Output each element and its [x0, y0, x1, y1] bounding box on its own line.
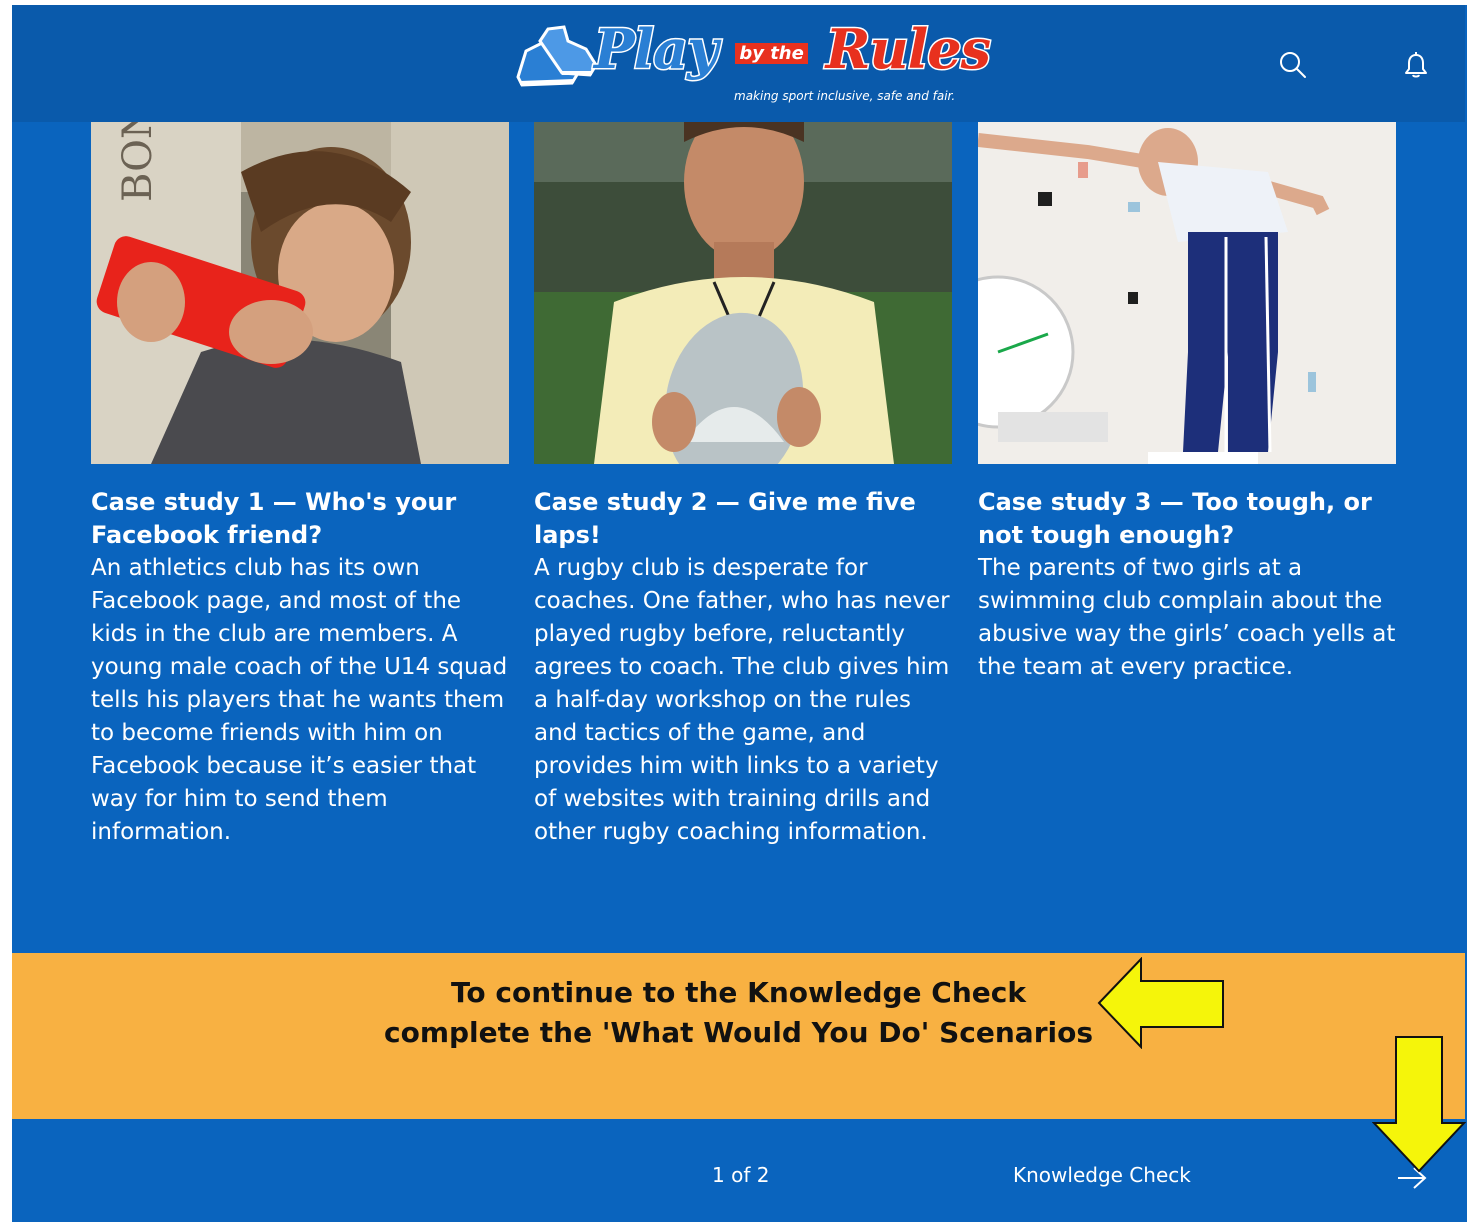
- left-arrow-annotation-icon: [1097, 957, 1224, 1049]
- banner-line-1: To continue to the Knowledge Check: [451, 976, 1026, 1009]
- svg-text:BON: BON: [115, 122, 161, 202]
- banner-line-2: complete the 'What Would You Do' Scenari…: [384, 1016, 1093, 1049]
- case-study-card-3[interactable]: Case study 3 — Too tough, or not tough e…: [978, 122, 1396, 684]
- bell-icon[interactable]: [1400, 49, 1432, 81]
- logo-bythe: by the: [735, 42, 808, 64]
- page: Play by the Rules making sport inclusive…: [12, 5, 1466, 1222]
- search-icon[interactable]: [1277, 49, 1309, 81]
- logo-tagline: making sport inclusive, safe and fair.: [734, 89, 956, 103]
- swim-coach-image: [978, 122, 1396, 464]
- case-study-card-2[interactable]: Case study 2 — Give me five laps! A rugb…: [534, 122, 952, 849]
- site-logo[interactable]: Play by the Rules making sport inclusive…: [512, 11, 993, 113]
- logo-wordmark: Play by the Rules: [593, 17, 993, 84]
- case-study-2-title[interactable]: Case study 2 — Give me five laps!: [534, 486, 952, 552]
- case-study-1-body: An athletics club has its own Facebook p…: [91, 555, 508, 845]
- case-study-2-body: A rugby club is desperate for coaches. O…: [534, 555, 950, 845]
- case-study-3-photo: [978, 122, 1396, 464]
- top-bar: Play by the Rules making sport inclusive…: [12, 5, 1465, 122]
- boy-with-phone-image: BON: [91, 122, 509, 464]
- case-study-1-title[interactable]: Case study 1 — Who's your Facebook frien…: [91, 486, 509, 552]
- window-edge-left: [0, 0, 12, 1222]
- page-indicator: 1 of 2: [712, 1163, 770, 1187]
- case-study-card-1[interactable]: BON Case study 1 — Who's your Facebook f…: [91, 122, 509, 849]
- case-study-1-photo: BON: [91, 122, 509, 464]
- logo-rules: Rules: [824, 17, 992, 81]
- next-page-label[interactable]: Knowledge Check: [1013, 1163, 1191, 1187]
- rugby-coach-image: [534, 122, 952, 464]
- case-study-3-title[interactable]: Case study 3 — Too tough, or not tough e…: [978, 486, 1396, 552]
- banner-message: To continue to the Knowledge Check compl…: [12, 973, 1465, 1053]
- down-arrow-annotation-icon: [1372, 1036, 1466, 1173]
- case-study-2-photo: [534, 122, 952, 464]
- logo-play: Play: [593, 17, 720, 81]
- continue-banner: To continue to the Knowledge Check compl…: [12, 953, 1465, 1119]
- sneakers-icon: [516, 25, 598, 87]
- case-study-3-body: The parents of two girls at a swimming c…: [978, 555, 1396, 680]
- bottom-nav: 1 of 2 Knowledge Check: [12, 1119, 1465, 1222]
